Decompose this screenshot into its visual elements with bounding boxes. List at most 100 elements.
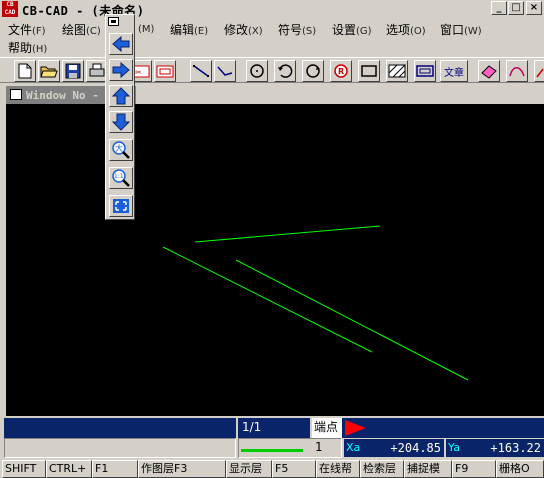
zoom-all-icon[interactable]: 1:1 xyxy=(109,167,133,189)
menu-settings-label: 设置 xyxy=(332,23,357,37)
layer-number: 1 xyxy=(315,440,323,454)
eraser-icon[interactable] xyxy=(478,60,500,82)
menu-window[interactable]: 窗口(W) xyxy=(440,21,482,38)
zoom-all-label: 1:1 xyxy=(114,173,124,180)
menu-window-accel: (W) xyxy=(464,26,482,37)
menu-file-label: 文件 xyxy=(8,23,33,37)
flag-icon xyxy=(345,420,366,436)
menu-symbol-label: 符号 xyxy=(278,23,303,37)
registered-circle-icon[interactable]: R xyxy=(330,60,352,82)
text-button[interactable]: 文章 xyxy=(440,60,468,82)
paste-icon[interactable] xyxy=(154,60,176,82)
function-key-bar: SHIFT CTRL+ F1 作图层F3 显示层 F5 在线帮 检索层 捕捉模 … xyxy=(0,460,544,478)
document-title: Window No - xyxy=(26,89,99,102)
fkey-f7[interactable]: 检索层 xyxy=(360,460,404,478)
document-icon[interactable] xyxy=(10,89,22,100)
menu-file-accel: (F) xyxy=(32,26,46,37)
poly-segment-icon[interactable] xyxy=(214,60,236,82)
menu-draw-label: 绘图 xyxy=(62,23,87,37)
svg-text:R: R xyxy=(338,67,344,76)
x-coord-label: Xa xyxy=(344,439,362,457)
save-disk-icon[interactable] xyxy=(62,60,84,82)
menu-window-label: 窗口 xyxy=(440,23,465,37)
menu-bar: 文件(F) 绘图(C) (M) 编辑(E) 修改(X) 符号(S) 设置(G) … xyxy=(0,18,544,56)
hatch-icon[interactable] xyxy=(386,60,408,82)
open-folder-icon[interactable] xyxy=(38,60,60,82)
status-bar-bottom: 1 Xa +204.85 Ya +163.22 xyxy=(4,438,544,458)
fkey-f3[interactable]: 作图层F3 xyxy=(138,460,226,478)
zoom-in-icon[interactable]: 大 xyxy=(109,139,133,161)
menu-hidden[interactable]: (M) xyxy=(138,21,154,35)
drawn-line[interactable] xyxy=(162,246,373,353)
menu-options-accel: (O) xyxy=(410,26,426,37)
y-coord-value: +163.22 xyxy=(464,439,544,457)
fkey-f1[interactable]: F1 xyxy=(92,460,138,478)
menu-options[interactable]: 选项(O) xyxy=(386,21,426,38)
menu-modify-accel: (X) xyxy=(248,26,263,37)
menu-draw[interactable]: 绘图(C) xyxy=(62,21,101,38)
rotate-icon[interactable] xyxy=(274,60,296,82)
menu-edit[interactable]: 编辑(E) xyxy=(170,21,208,38)
drawing-svg xyxy=(162,225,469,381)
app-logo-icon[interactable]: CB CAD xyxy=(2,1,18,17)
arrow-right-icon[interactable] xyxy=(109,59,133,81)
frame-icon[interactable] xyxy=(414,60,436,82)
menu-edit-accel: (E) xyxy=(194,26,209,37)
minimize-button[interactable]: _ xyxy=(491,1,507,15)
main-toolbar: ✂ R 文章 xyxy=(0,57,544,83)
more-tools-icon[interactable] xyxy=(534,60,544,82)
menu-draw-accel: (C) xyxy=(86,26,101,37)
fkey-f8[interactable]: 捕捉模 xyxy=(404,460,452,478)
layer-color-swatch xyxy=(241,449,303,452)
menu-file[interactable]: 文件(F) xyxy=(8,21,46,38)
snap-flag-area xyxy=(342,418,544,438)
menu-settings-accel: (G) xyxy=(356,26,372,37)
fit-screen-icon[interactable] xyxy=(109,195,133,217)
menu-modify[interactable]: 修改(X) xyxy=(224,21,263,38)
drawing-canvas[interactable] xyxy=(6,104,544,416)
page-indicator: 1/1 xyxy=(238,418,310,438)
menu-hidden-accel: (M) xyxy=(138,24,155,35)
zoom-in-label: 大 xyxy=(115,143,123,153)
menu-settings[interactable]: 设置(G) xyxy=(332,21,372,38)
svg-text:✂: ✂ xyxy=(135,68,142,77)
x-coord-value: +204.85 xyxy=(362,439,444,457)
toolbar-grip-icon[interactable] xyxy=(108,17,119,26)
polyline-icon[interactable] xyxy=(190,60,212,82)
fkey-f9[interactable]: F9 xyxy=(452,460,496,478)
fkey-grid[interactable]: 栅格O xyxy=(496,460,544,478)
maximize-button[interactable]: □ xyxy=(508,1,524,15)
curve-icon[interactable] xyxy=(506,60,528,82)
fkey-ctrl[interactable]: CTRL+ xyxy=(46,460,92,478)
fkey-f4[interactable]: 显示层 xyxy=(226,460,272,478)
menu-edit-label: 编辑 xyxy=(170,23,195,37)
menu-modify-label: 修改 xyxy=(224,23,249,37)
fkey-f5[interactable]: F5 xyxy=(272,460,316,478)
fkey-f6[interactable]: 在线帮 xyxy=(316,460,360,478)
layer-indicator[interactable]: 1 xyxy=(238,438,342,458)
floating-view-toolbar[interactable]: 大 1:1 xyxy=(105,14,135,220)
prompt-area xyxy=(4,418,236,438)
menu-help-accel: (H) xyxy=(32,44,48,55)
new-file-icon[interactable] xyxy=(14,60,36,82)
title-bar: CB CAD CB-CAD - (未命名) _ □ × xyxy=(0,0,544,18)
menu-options-label: 选项 xyxy=(386,23,411,37)
arrow-left-icon[interactable] xyxy=(109,33,133,55)
drawn-line[interactable] xyxy=(194,225,381,243)
circle-arrow-icon[interactable] xyxy=(302,60,324,82)
fkey-shift[interactable]: SHIFT xyxy=(2,460,46,478)
circle-icon[interactable] xyxy=(246,60,268,82)
rectangle-icon[interactable] xyxy=(358,60,380,82)
snap-mode-label: 端点 xyxy=(312,418,342,438)
drawn-line[interactable] xyxy=(235,259,469,381)
message-area xyxy=(4,438,236,458)
menu-symbol[interactable]: 符号(S) xyxy=(278,21,316,38)
close-button[interactable]: × xyxy=(526,1,542,15)
menu-symbol-accel: (S) xyxy=(302,26,317,37)
menu-help[interactable]: 帮助(H) xyxy=(8,39,47,56)
arrow-down-icon[interactable] xyxy=(109,111,133,133)
menu-help-label: 帮助 xyxy=(8,41,33,55)
status-bar-top: 1/1 端点 xyxy=(4,418,544,438)
arrow-up-icon[interactable] xyxy=(109,85,133,107)
y-coord-label: Ya xyxy=(446,439,464,457)
